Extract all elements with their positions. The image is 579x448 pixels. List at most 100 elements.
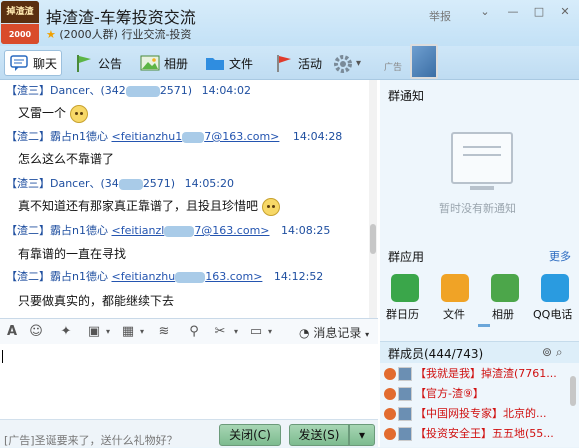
chevron-down-icon[interactable]: ⌄ (476, 5, 494, 19)
notice-title: 群通知 (388, 89, 425, 103)
message-time: 14:12:52 (273, 270, 324, 283)
chevron-down-icon[interactable]: ▾ (262, 324, 278, 340)
emoji-icon (261, 197, 280, 216)
logo-text: 掉渣渣 (1, 1, 39, 23)
folder-icon (205, 53, 225, 73)
member-tag: 【渣二】 (6, 224, 50, 237)
ad-link[interactable]: [广告]圣诞要来了，送什么礼物好？ (4, 432, 178, 448)
redacted-text (182, 131, 205, 143)
message-list: 【渣三】Dancer、(342 2571) 14:04:02 又雷一个 【渣二】霸… (0, 80, 378, 318)
minimize-icon[interactable]: — (504, 5, 522, 19)
folder-icon[interactable] (441, 274, 469, 302)
member-name: 【中国网投专家】北京的... (415, 407, 547, 420)
send-options-button[interactable]: ▾ (349, 424, 375, 446)
sender-name[interactable]: 霸占n1德心 (50, 270, 108, 283)
tab-activity-label: 活动 (298, 56, 323, 71)
more-apps-link[interactable]: 更多 (549, 248, 571, 264)
history-label: 消息记录 (313, 326, 362, 340)
message-input[interactable] (0, 344, 378, 419)
gear-icon (332, 53, 352, 73)
chevron-down-icon[interactable]: ▾ (228, 324, 244, 340)
app-label: 群日历 (386, 308, 419, 321)
members-scrollbar[interactable] (570, 376, 576, 406)
font-icon[interactable]: A (4, 324, 20, 340)
member-tag: 【渣三】 (6, 177, 50, 190)
member-row[interactable]: 【官方-渣⑨】 (384, 385, 484, 403)
sender-name[interactable]: Dancer、(34 (50, 177, 119, 190)
photo-icon[interactable] (491, 274, 519, 302)
admin-icon (384, 388, 396, 400)
message-time: 14:04:28 (292, 130, 343, 143)
group-toolbar: 聊天 公告 相册 文件 活动 ▾ (0, 46, 380, 80)
tab-files-label: 文件 (229, 56, 254, 71)
maximize-icon[interactable]: □ (530, 5, 548, 19)
group-chat-window: 掉渣渣 2000 掉渣渣-车筹投资交流 ★ (2000人群) 行业交流-投资 举… (0, 0, 579, 447)
report-link[interactable]: 举报 (429, 8, 451, 24)
member-tag: 【渣二】 (6, 270, 50, 283)
chat-scroll-thumb[interactable] (370, 224, 376, 254)
members-tools[interactable]: ⊚ ⌕ (542, 345, 563, 360)
ad-image[interactable] (410, 44, 438, 79)
close-icon[interactable]: ✕ (556, 5, 574, 19)
chevron-down-icon[interactable]: ▾ (100, 324, 116, 340)
avatar (398, 387, 412, 401)
member-row[interactable]: 【投资安全王】五五地(55... (384, 425, 554, 443)
tab-notice-label: 公告 (98, 56, 123, 71)
chevron-down-icon[interactable]: ▾ (134, 324, 150, 340)
sender-email[interactable]: <feitianzl (111, 224, 164, 237)
ad-label: 广告 (384, 63, 403, 73)
member-name: 【投资安全王】五五地(55... (415, 427, 554, 440)
avatar (398, 407, 412, 421)
sender-name[interactable]: 霸占n1德心 (50, 130, 108, 143)
close-button[interactable]: 关闭(C) (219, 424, 281, 446)
red-flag-icon (274, 53, 294, 73)
phone-icon[interactable] (541, 274, 569, 302)
shake-icon[interactable]: ≋ (156, 324, 172, 340)
send-button[interactable]: 发送(S) (289, 424, 349, 446)
app-label: QQ电话 (533, 308, 573, 321)
page-indicator[interactable] (478, 324, 490, 327)
sender-name[interactable]: Dancer、(342 (50, 84, 126, 97)
redacted-text (118, 178, 143, 190)
message-text: 只要做真实的，都能继续下去 (18, 294, 175, 308)
tab-notice[interactable]: 公告 (74, 50, 122, 76)
tab-album[interactable]: 相册 (140, 50, 188, 76)
sender-email-tail[interactable]: 7@163.com> (194, 224, 269, 237)
sender-id: 2571) (159, 84, 193, 97)
bottom-bar: [广告]圣诞要来了，送什么礼物好？ 关闭(C) 发送(S) ▾ (0, 419, 378, 447)
member-row[interactable]: 【中国网投专家】北京的... (384, 405, 547, 423)
settings-button[interactable]: ▾ (332, 50, 361, 76)
calendar-icon[interactable] (391, 274, 419, 302)
chat-scrollbar[interactable] (369, 80, 377, 318)
group-logo[interactable]: 掉渣渣 2000 (1, 1, 39, 44)
message-header: 【渣二】霸占n1德心 <feitianzhu1 7@163.com> 14:04:… (6, 128, 342, 144)
tab-chat[interactable]: 聊天 (4, 50, 63, 76)
sender-email[interactable]: <feitianzhu (111, 270, 175, 283)
clock-icon: ◔ (299, 326, 310, 340)
magic-icon[interactable]: ✦ (58, 324, 74, 340)
logo-badge: 2000 (1, 23, 39, 44)
sender-email[interactable]: <feitianzhu1 (111, 130, 182, 143)
scissors-icon[interactable]: ✂ (212, 324, 228, 340)
member-name: 【官方-渣⑨】 (415, 387, 484, 400)
message-header: 【渣三】Dancer、(342 2571) 14:04:02 (6, 82, 251, 98)
tab-activity[interactable]: 活动 (274, 50, 322, 76)
message-text: 有靠谱的一直在寻找 (18, 247, 127, 261)
chevron-down-icon: ▾ (356, 57, 362, 69)
apps-title: 群应用 (388, 250, 425, 264)
sender-name[interactable]: 霸占n1德心 (50, 224, 108, 237)
paperclip-icon[interactable]: ⚲ (186, 324, 202, 340)
tab-files[interactable]: 文件 (205, 50, 253, 76)
message-time: 14:04:02 (201, 84, 252, 97)
emoji-icon (69, 104, 88, 123)
message-content: 真不知道还有那家真正靠谱了，且投且珍惜吧 (18, 199, 259, 213)
avatar (398, 367, 412, 381)
flag-icon (74, 53, 94, 73)
member-row[interactable]: 【我就是我】掉渣渣(7761... (384, 365, 557, 383)
member-tag: 【渣二】 (6, 130, 50, 143)
history-button[interactable]: ◔ 消息记录 ▾ (299, 324, 369, 341)
message-text: 又雷一个 (18, 104, 88, 123)
sender-email-tail[interactable]: 163.com> (205, 270, 262, 283)
sender-email-tail[interactable]: 7@163.com> (204, 130, 279, 143)
emoji-picker-icon[interactable]: ☺ (28, 324, 44, 340)
